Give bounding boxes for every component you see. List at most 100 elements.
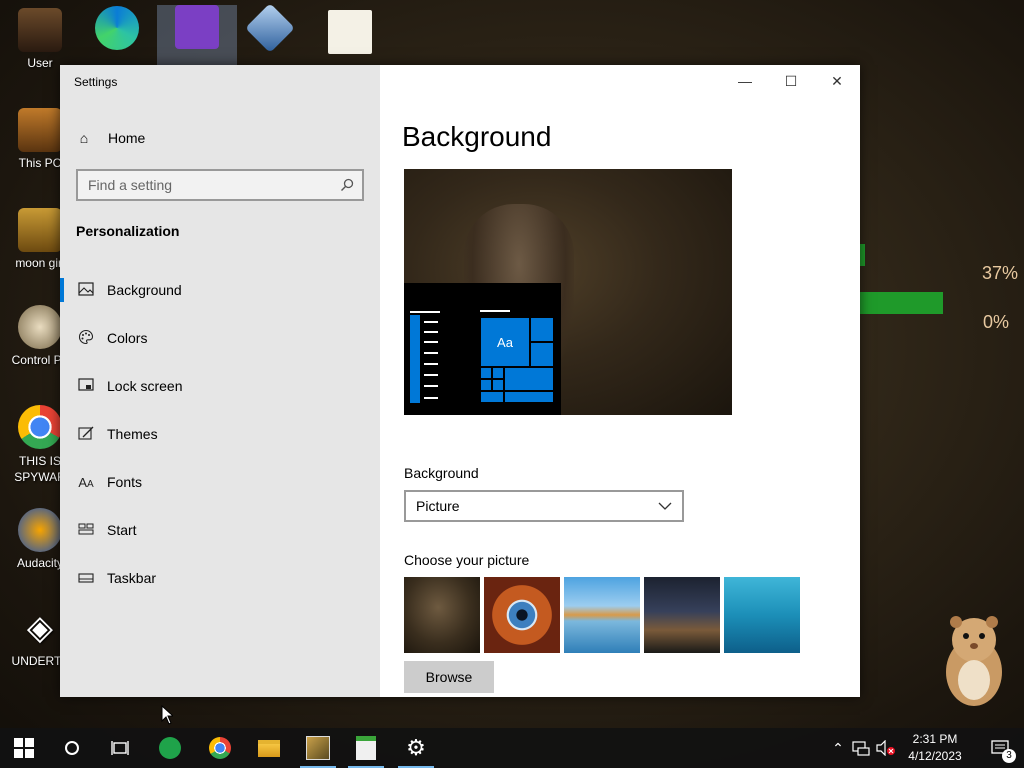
preview-menu-line — [424, 385, 438, 387]
desktop-icon-virtualbox[interactable] — [230, 3, 310, 54]
nav-item-label: Taskbar — [107, 570, 157, 586]
desktop-icon-edge[interactable] — [77, 6, 157, 54]
folder-icon — [18, 208, 62, 252]
section-heading: Personalization — [76, 223, 180, 239]
clock[interactable]: 2:31 PM 4/12/2023 — [896, 731, 974, 765]
preview-menu-line — [424, 341, 438, 343]
preview-tile — [480, 391, 504, 403]
chrome-icon — [209, 737, 231, 759]
notification-count-badge: 3 — [1002, 749, 1016, 763]
fonts-icon: AA — [78, 474, 94, 490]
search-button[interactable] — [48, 728, 96, 768]
settings-window: Settings ⌂ Home Personalization Backgrou… — [60, 65, 860, 697]
start-icon — [77, 522, 95, 538]
picture-thumbnail-underwater[interactable] — [724, 577, 800, 653]
preview-menu-line — [424, 374, 438, 376]
background-label: Background — [404, 465, 479, 481]
taskbar-app-settings[interactable]: ⚙ — [392, 728, 440, 768]
nav-item-label: Colors — [107, 330, 148, 346]
game-app-icon — [306, 736, 330, 760]
picture-thumbnails — [404, 577, 800, 653]
background-preview: Aa — [404, 169, 732, 415]
nav-item-background[interactable]: Background — [60, 266, 380, 314]
preview-start-rail — [410, 315, 420, 403]
preview-menu-line — [424, 397, 438, 399]
nav-home-label: Home — [108, 130, 146, 146]
close-button[interactable]: ✕ — [814, 65, 860, 97]
picture-thumbnail-night-sky[interactable] — [644, 577, 720, 653]
picture-thumbnail-steampunk[interactable] — [404, 577, 480, 653]
taskbar: ⚙ ⌃ 2:31 PM 4/12/2023 3 — [0, 728, 1024, 768]
folder-icon — [258, 739, 280, 757]
desktop-icon-visual-studio[interactable] — [157, 5, 237, 65]
cpu-percent: 37% — [982, 263, 1019, 283]
taskbar-icon — [77, 570, 95, 586]
action-center-button[interactable]: 3 — [976, 728, 1024, 768]
themes-icon — [77, 425, 95, 444]
chevron-up-icon[interactable]: ⌃ — [828, 740, 848, 757]
window-controls: — ☐ ✕ — [722, 65, 860, 97]
nav-home[interactable]: ⌂ Home — [76, 127, 146, 149]
nav-item-label: Fonts — [107, 474, 143, 490]
lock-screen-icon — [77, 377, 95, 395]
clock-date: 4/12/2023 — [908, 749, 962, 763]
taskbar-app-chrome[interactable] — [196, 728, 244, 768]
windows-logo-icon — [14, 738, 34, 758]
nav-item-themes[interactable]: Themes — [60, 410, 380, 458]
task-view-button[interactable] — [96, 728, 144, 768]
desktop-icon-hxd[interactable] — [310, 10, 390, 58]
settings-sidebar: Settings ⌂ Home Personalization Backgrou… — [60, 65, 380, 697]
choose-picture-label: Choose your picture — [404, 552, 530, 568]
hxd-icon — [328, 10, 372, 54]
minimize-button[interactable]: — — [722, 65, 768, 97]
window-title: Settings — [74, 75, 118, 89]
nav-item-colors[interactable]: Colors — [60, 314, 380, 362]
spreadsheet-app-icon — [159, 737, 181, 759]
volume-muted-icon[interactable] — [876, 740, 896, 756]
lightbulb-icon — [18, 305, 62, 349]
taskbar-app-game[interactable] — [294, 728, 342, 768]
network-icon[interactable] — [852, 740, 870, 756]
nav-item-lock-screen[interactable]: Lock screen — [60, 362, 380, 410]
preview-menu-line — [410, 311, 440, 313]
cpu-meter-bar — [860, 244, 865, 266]
system-tray: ⌃ — [828, 728, 896, 768]
nav-item-label: Background — [107, 282, 182, 298]
picture-thumbnail-eye[interactable] — [484, 577, 560, 653]
task-view-icon — [111, 741, 129, 755]
background-dropdown[interactable]: Picture — [404, 490, 684, 522]
preview-menu-line — [424, 321, 438, 323]
nav-item-fonts[interactable]: AA Fonts — [60, 458, 380, 506]
search-icon[interactable] — [340, 178, 354, 192]
taskbar-app-green[interactable] — [146, 728, 194, 768]
preview-tile — [480, 379, 492, 391]
preview-tiles: Aa — [480, 317, 554, 403]
taskbar-app-file-explorer[interactable] — [245, 728, 293, 768]
taskbar-app-notepad[interactable] — [342, 728, 390, 768]
home-icon: ⌂ — [79, 130, 89, 146]
nav-list: Background Colors Lock screen Themes AA … — [60, 266, 380, 602]
preview-tile — [504, 391, 554, 403]
preview-tile — [492, 367, 504, 379]
preview-tile — [492, 379, 504, 391]
nav-item-start[interactable]: Start — [60, 506, 380, 554]
preview-tile — [480, 367, 492, 379]
browse-button[interactable]: Browse — [404, 661, 494, 693]
preview-menu-line — [480, 310, 510, 312]
maximize-button[interactable]: ☐ — [768, 65, 814, 97]
nav-item-label: Themes — [107, 426, 158, 442]
user-icon — [18, 8, 62, 52]
search-input[interactable] — [88, 177, 318, 193]
desktop-icon-user[interactable]: User — [0, 8, 80, 70]
cortana-icon — [65, 741, 79, 755]
picture-thumbnail-beach[interactable] — [564, 577, 640, 653]
hamster-mascot — [946, 616, 1002, 706]
preview-tile — [530, 317, 554, 342]
chevron-down-icon — [658, 502, 672, 510]
nav-item-taskbar[interactable]: Taskbar — [60, 554, 380, 602]
preview-tile — [530, 342, 554, 367]
unity-icon: ◈ — [26, 609, 54, 647]
start-button[interactable] — [0, 728, 48, 768]
clock-time: 2:31 PM — [912, 732, 958, 746]
preview-menu-line — [424, 331, 438, 333]
